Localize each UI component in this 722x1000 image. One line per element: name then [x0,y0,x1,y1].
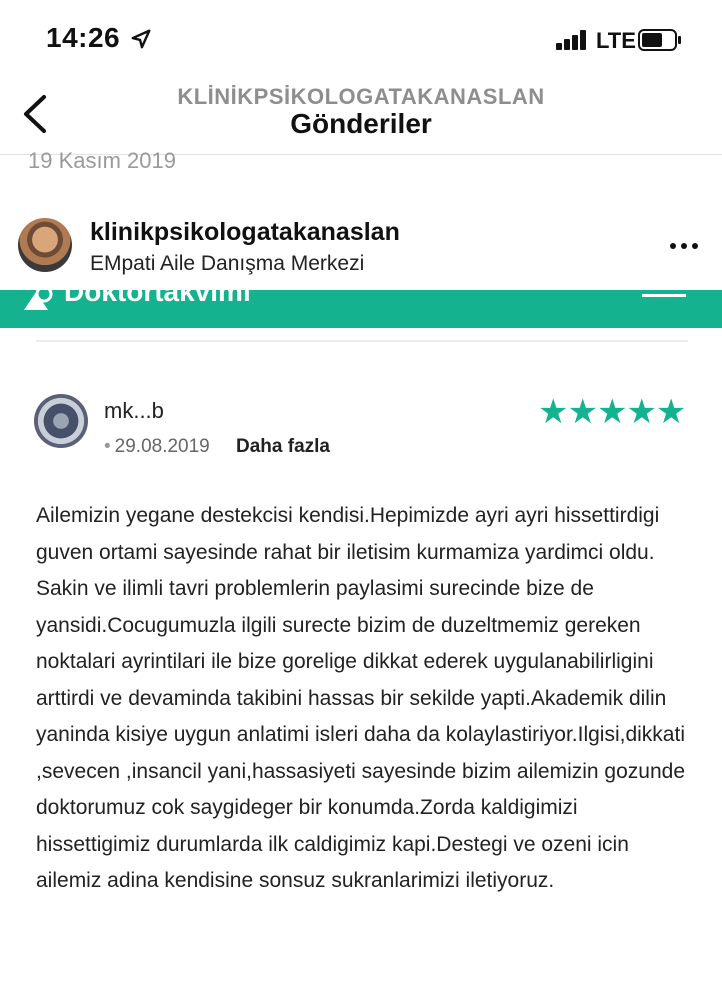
location-arrow-icon [131,29,151,49]
review-date-value: 29.08.2019 [114,436,210,457]
post-image[interactable]: Doktortakvimi mk...b • 29.08.2019 Daha fa… [0,290,722,1000]
banner-text: Doktortakvimi [64,290,251,307]
doktortakvimi-banner: Doktortakvimi [0,290,722,328]
doctor-logo-icon [24,290,53,310]
post-username[interactable]: klinikpsikologatakanaslan [90,218,400,247]
network-label: LTE [596,28,636,53]
more-link: Daha fazla [236,436,330,457]
avatar[interactable] [18,218,72,272]
review-date: • 29.08.2019 [104,436,210,457]
page-title: Gönderiler [290,108,432,139]
hamburger-menu-icon [642,294,686,297]
divider [36,340,688,342]
battery-icon [638,29,681,51]
reviewer-name: mk...b [104,398,164,423]
nav-header: KLİNİKPSİKOLOGATAKANASLAN Gönderiler [0,80,722,155]
post-header: klinikpsikologatakanaslan EMpati Aile Da… [0,206,722,290]
more-options-button[interactable] [668,234,700,258]
review-text: Ailemizin yegane destekcisi kendisi.Hepi… [36,504,686,892]
previous-post-date: 19 Kasım 2019 [28,148,176,173]
account-name: KLİNİKPSİKOLOGATAKANASLAN [177,84,545,109]
status-bar: 14:26 LTE [0,0,722,80]
post-location[interactable]: EMpati Aile Danışma Merkezi [90,252,364,276]
signal-icon [556,30,590,50]
status-time: 14:26 [46,22,121,53]
reviewer-avatar [34,394,88,448]
rating-stars: ★★★★★ [538,393,686,431]
